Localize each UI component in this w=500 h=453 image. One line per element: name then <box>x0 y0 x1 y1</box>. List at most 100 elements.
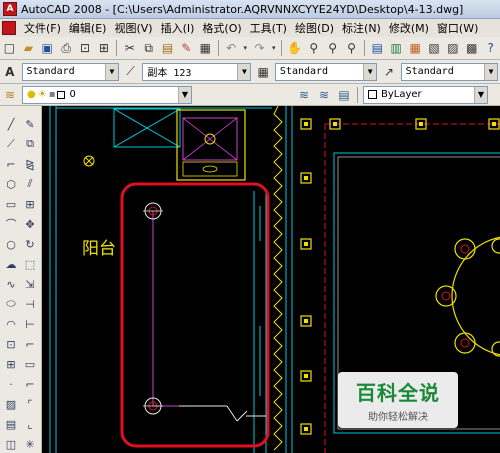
ellipse-arc-icon[interactable]: ◠ <box>3 316 19 332</box>
autocad-logo-icon[interactable]: A <box>3 2 17 16</box>
new-file-icon[interactable]: □ <box>1 39 18 57</box>
break-at-point-icon[interactable]: ⌐ <box>22 336 38 352</box>
pan-icon[interactable]: ✋ <box>286 39 303 57</box>
chevron-down-icon[interactable]: ▼ <box>104 63 118 80</box>
region-icon[interactable]: ◫ <box>3 436 19 452</box>
zoom-window-icon[interactable]: ⚲ <box>324 39 341 57</box>
array-icon[interactable]: ⊞ <box>22 196 38 212</box>
ellipse-icon[interactable]: ⬭ <box>3 296 19 312</box>
color-swatch <box>368 90 377 99</box>
copy-icon[interactable]: ⧉ <box>140 39 157 57</box>
rectangle-icon[interactable]: ▭ <box>3 196 19 212</box>
chamfer-icon[interactable]: ⌜ <box>22 396 38 412</box>
polygon-icon[interactable]: ⬡ <box>3 176 19 192</box>
cut-icon[interactable]: ✂ <box>121 39 138 57</box>
trim-icon[interactable]: ⊣ <box>22 296 38 312</box>
design-center-icon[interactable]: ▥ <box>388 39 405 57</box>
calculator-icon[interactable]: ▩ <box>463 39 480 57</box>
chevron-down-icon[interactable]: ▼ <box>237 63 251 80</box>
multileader-style-select[interactable]: Standard ▼ <box>400 62 499 81</box>
markup-icon[interactable]: ▨ <box>444 39 461 57</box>
column-marker-dot <box>304 176 308 180</box>
undo-icon[interactable]: ↶ <box>223 39 240 57</box>
table-style-value: Standard <box>279 66 329 77</box>
copy-object-icon[interactable]: ⧉ <box>22 136 38 152</box>
sheet-set-icon[interactable]: ▧ <box>426 39 443 57</box>
layer-states-icon[interactable]: ▤ <box>335 86 353 104</box>
chevron-down-icon[interactable]: ▼ <box>484 63 498 80</box>
paste-icon[interactable]: ▤ <box>159 39 176 57</box>
redo-dropdown-icon[interactable]: ▾ <box>270 39 278 57</box>
point-icon[interactable]: · <box>3 376 19 392</box>
save-icon[interactable]: ▣ <box>39 39 56 57</box>
erase-icon[interactable]: ✎ <box>22 116 38 132</box>
arc-icon[interactable]: ⌒ <box>3 216 19 232</box>
polyline-icon[interactable]: ⌐ <box>3 156 19 172</box>
undo-dropdown-icon[interactable]: ▾ <box>242 39 250 57</box>
print-icon[interactable]: ⎙ <box>58 39 75 57</box>
table-style-icon[interactable]: ▦ <box>254 63 272 81</box>
layer-manager-icon[interactable]: ≋ <box>1 86 19 104</box>
extend-icon[interactable]: ⊢ <box>22 316 38 332</box>
menu-format[interactable]: 格式(O) <box>198 20 245 36</box>
menu-edit[interactable]: 编辑(E) <box>65 20 111 36</box>
menu-window[interactable]: 窗口(W) <box>433 20 482 36</box>
properties-icon[interactable]: ▤ <box>369 39 386 57</box>
text-style-select[interactable]: Standard ▼ <box>21 62 119 81</box>
insert-block-icon[interactable]: ⊡ <box>3 336 19 352</box>
floor-line <box>226 405 238 422</box>
dim-style-icon[interactable]: ⟋ <box>122 63 140 81</box>
explode-icon[interactable]: ✳ <box>22 436 38 452</box>
mirror-icon[interactable]: ⧎ <box>22 156 38 172</box>
match-properties-icon[interactable]: ✎ <box>178 39 195 57</box>
layer-select[interactable]: ● ☀ ▪ 0 ▼ <box>22 85 192 104</box>
circle-icon[interactable]: ○ <box>3 236 19 252</box>
line-icon[interactable]: ╱ <box>3 116 19 132</box>
chevron-down-icon[interactable]: ▼ <box>363 63 377 80</box>
move-icon[interactable]: ✥ <box>22 216 38 232</box>
stretch-icon[interactable]: ⇲ <box>22 276 38 292</box>
chevron-down-icon[interactable]: ▼ <box>474 86 487 103</box>
spline-icon[interactable]: ∿ <box>3 276 19 292</box>
menu-draw[interactable]: 绘图(D) <box>291 20 338 36</box>
scale-icon[interactable]: ⬚ <box>22 256 38 272</box>
help-icon[interactable]: ? <box>482 39 499 57</box>
hatch-icon[interactable]: ▨ <box>3 396 19 412</box>
join-icon[interactable]: ⌐ <box>22 376 38 392</box>
menu-insert[interactable]: 插入(I) <box>157 20 199 36</box>
text-style-icon[interactable]: A <box>1 63 19 81</box>
make-object-layer-current-icon[interactable]: ≋ <box>295 86 313 104</box>
layer-previous-icon[interactable]: ≋ <box>315 86 333 104</box>
menu-modify[interactable]: 修改(M) <box>385 20 433 36</box>
room-label: 阳台 <box>82 239 116 259</box>
open-folder-icon[interactable]: ▰ <box>20 39 37 57</box>
menu-file[interactable]: 文件(F) <box>20 20 65 36</box>
control-knob <box>202 165 218 173</box>
color-select[interactable]: ByLayer ▼ <box>363 85 488 104</box>
menu-dimension[interactable]: 标注(N) <box>338 20 385 36</box>
dim-style-select[interactable]: 副本 123 ▼ <box>142 62 252 81</box>
chair-circle <box>454 238 476 260</box>
construction-line-icon[interactable]: ⟋ <box>3 136 19 152</box>
block-editor-icon[interactable]: ▦ <box>197 39 214 57</box>
offset-icon[interactable]: ⫽ <box>22 176 38 192</box>
tool-palettes-icon[interactable]: ▦ <box>407 39 424 57</box>
chevron-down-icon[interactable]: ▼ <box>178 86 191 103</box>
redo-icon[interactable]: ↷ <box>251 39 268 57</box>
rotate-icon[interactable]: ↻ <box>22 236 38 252</box>
fillet-icon[interactable]: ⌞ <box>22 416 38 432</box>
print-preview-icon[interactable]: ⊡ <box>77 39 94 57</box>
watermark-title: 百科全说 <box>356 381 440 405</box>
multileader-style-icon[interactable]: ↗ <box>380 63 398 81</box>
publish-icon[interactable]: ⊞ <box>95 39 112 57</box>
revision-cloud-icon[interactable]: ☁ <box>3 256 19 272</box>
zoom-previous-icon[interactable]: ⚲ <box>343 39 360 57</box>
document-icon[interactable] <box>2 21 16 35</box>
make-block-icon[interactable]: ⊞ <box>3 356 19 372</box>
table-style-select[interactable]: Standard ▼ <box>274 62 378 81</box>
menu-view[interactable]: 视图(V) <box>110 20 156 36</box>
break-icon[interactable]: ▭ <box>22 356 38 372</box>
gradient-icon[interactable]: ▤ <box>3 416 19 432</box>
zoom-realtime-icon[interactable]: ⚲ <box>305 39 322 57</box>
menu-tools[interactable]: 工具(T) <box>246 20 291 36</box>
